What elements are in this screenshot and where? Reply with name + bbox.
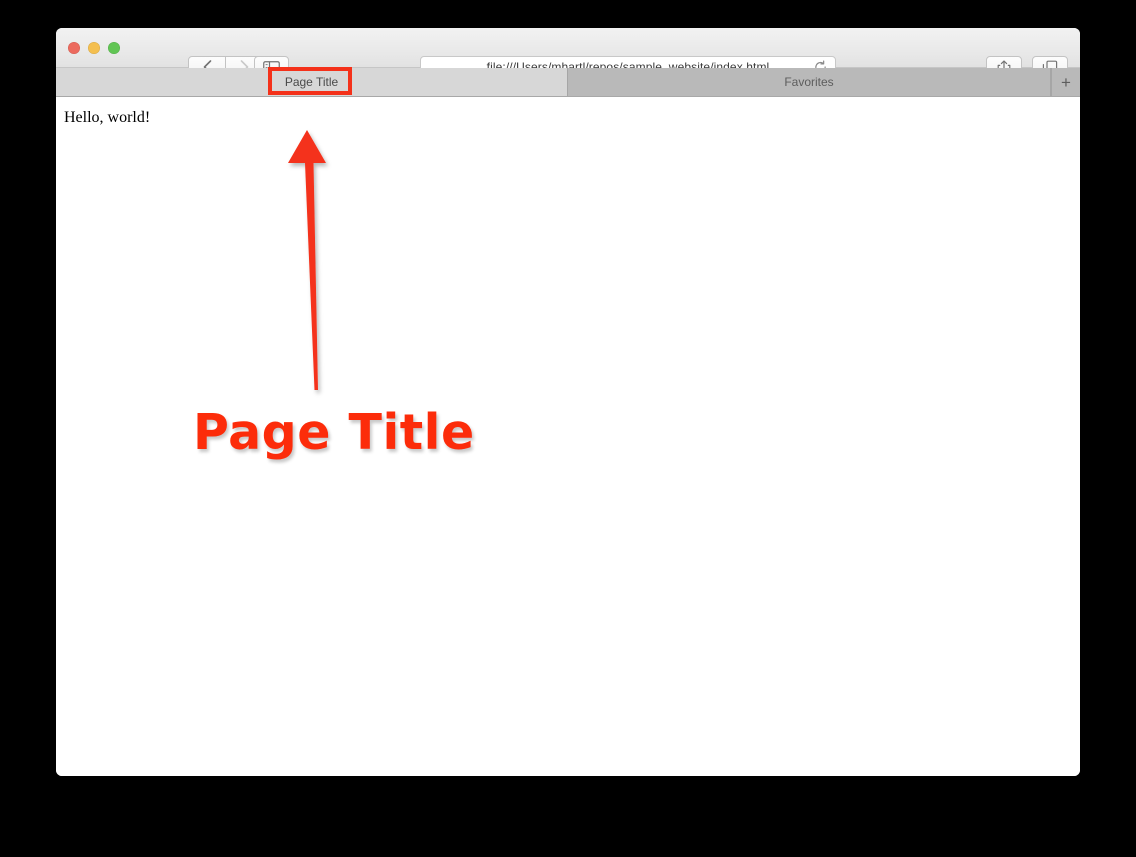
tab-bar: Page Title Favorites + <box>56 68 1080 97</box>
new-tab-button[interactable]: + <box>1051 68 1080 96</box>
browser-window: file:///Users/mhartl/repos/sample_websit… <box>56 28 1080 776</box>
page-content-area: Hello, world! <box>56 97 1080 776</box>
browser-toolbar: file:///Users/mhartl/repos/sample_websit… <box>56 28 1080 78</box>
tab-label: Favorites <box>784 75 834 89</box>
close-window-button[interactable] <box>68 42 80 54</box>
new-tab-label: + <box>1061 72 1071 92</box>
window-controls <box>68 42 120 54</box>
zoom-window-button[interactable] <box>108 42 120 54</box>
page-body-text: Hello, world! <box>64 109 151 126</box>
tab-page-title[interactable]: Page Title <box>56 68 568 96</box>
tab-label: Page Title <box>284 75 339 89</box>
tab-favorites[interactable]: Favorites <box>568 68 1051 96</box>
minimize-window-button[interactable] <box>88 42 100 54</box>
